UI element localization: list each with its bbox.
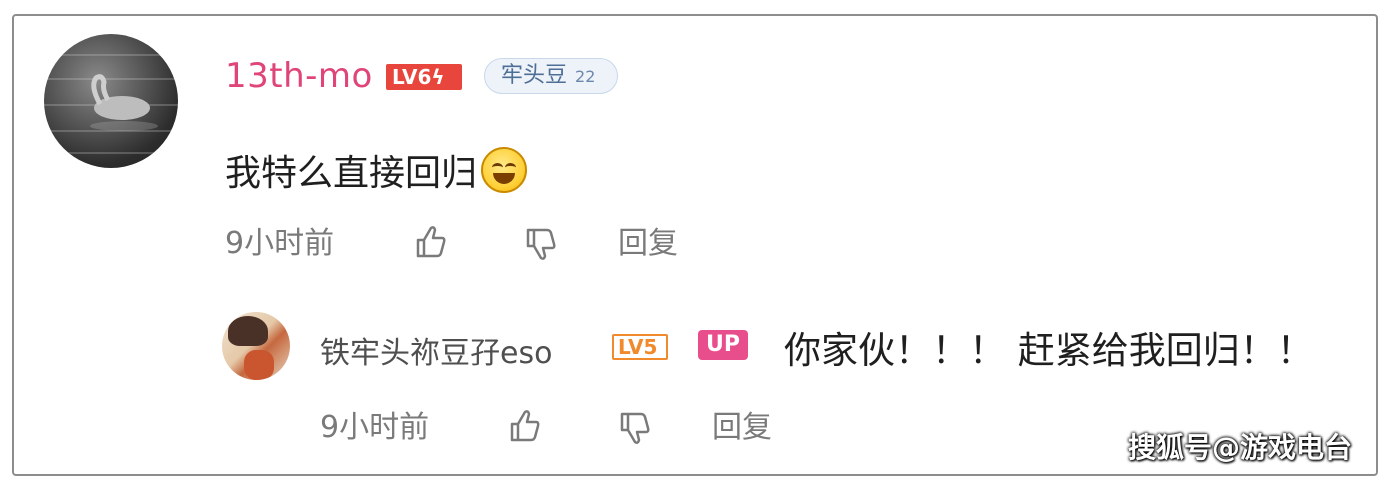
avatar[interactable] [44,34,178,168]
comment-text: 我特么直接回归 [225,144,528,196]
reply-text: 你家伙！！！ 赶紧给我回归！！ [784,329,1314,372]
reply-reply-label: 回复 [712,410,772,445]
comment-text-content: 我特么直接回归 [225,153,478,194]
dislike-icon[interactable] [520,224,560,264]
like-icon[interactable] [410,222,450,262]
timestamp: 9小时前 [225,226,335,261]
swan-avatar-image [90,74,158,131]
reply-username[interactable]: 铁牢头祢豆孖eso [320,328,552,372]
reply-dislike-icon[interactable] [614,408,654,448]
reply-level-badge: LV5 [612,334,668,360]
up-badge: UP [698,330,748,360]
lightning-icon: ϟ [431,65,445,89]
reply-timestamp: 9小时前 [320,410,430,445]
reply-label: 回复 [618,226,678,261]
reply-reply-button[interactable]: 回复 [712,402,772,446]
comment-meta: 9小时前 [225,218,334,262]
reply-button[interactable]: 回复 [618,218,678,262]
level-badge: LV6ϟ [386,64,462,90]
reply-like-icon[interactable] [504,406,544,446]
watermark: 搜狐号@游戏电台 [1127,431,1352,464]
comment-card: 13th-mo LV6ϟ 牢头豆 22 我特么直接回归 9小时前 回复 铁牢头祢豆… [12,14,1378,476]
fan-medal-badge[interactable]: 牢头豆 22 [484,58,618,94]
reply-meta: 9小时前 [320,402,429,446]
reply-avatar[interactable] [222,312,290,380]
fan-medal-level: 22 [575,67,596,86]
username[interactable]: 13th-mo [225,56,373,96]
level-badge-text: LV6 [392,65,432,89]
grinning-face-emoji-icon [481,147,528,193]
fan-medal-name: 牢头豆 [501,63,568,88]
